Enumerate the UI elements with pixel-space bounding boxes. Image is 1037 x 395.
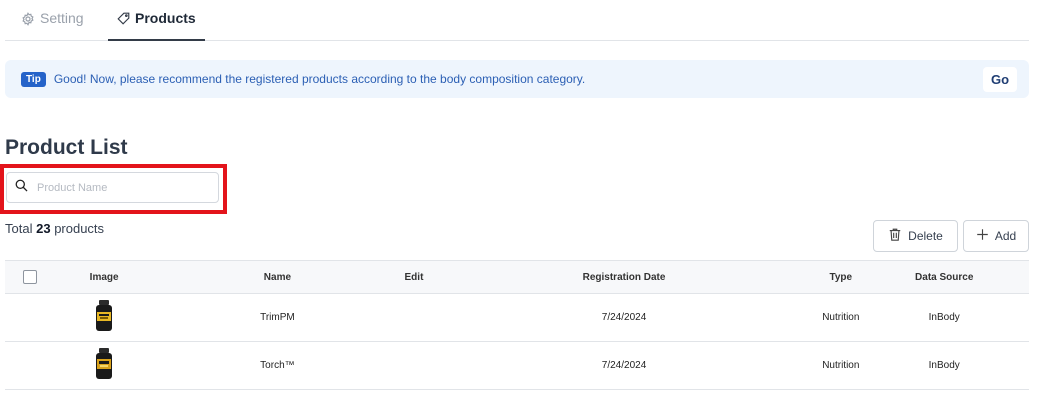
product-edit xyxy=(402,341,426,390)
page-title: Product List xyxy=(5,136,128,159)
header-data-source: Data Source xyxy=(859,260,1029,294)
total-count: Total 23 products xyxy=(5,221,104,236)
add-label: Add xyxy=(994,229,1017,243)
product-name: TrimPM xyxy=(152,293,403,342)
trash-icon xyxy=(888,227,902,245)
product-settings-page: Setting Products Tip Good! Now, please r… xyxy=(0,0,1037,395)
product-image xyxy=(95,348,113,383)
header-image: Image xyxy=(55,260,153,294)
header-registration-date: Registration Date xyxy=(425,260,823,294)
tip-text: Good! Now, please recommend the register… xyxy=(53,72,586,86)
product-source: InBody xyxy=(859,293,1029,342)
total-suffix: products xyxy=(54,221,105,236)
tab-setting[interactable]: Setting xyxy=(21,10,84,41)
product-image xyxy=(95,300,113,335)
delete-button[interactable]: Delete xyxy=(873,220,958,252)
row-select-cell xyxy=(5,293,56,342)
search-input[interactable] xyxy=(37,181,207,194)
tip-badge: Tip xyxy=(21,71,46,87)
table-header-row: Image Name Edit Registration Date Type D… xyxy=(5,260,1029,294)
tag-icon xyxy=(117,10,130,28)
tab-setting-label: Setting xyxy=(40,10,84,26)
tip-banner: Tip Good! Now, please recommend the regi… xyxy=(5,60,1029,98)
plus-icon xyxy=(976,228,989,244)
header-name: Name xyxy=(152,260,403,294)
product-type: Nutrition xyxy=(822,293,860,342)
table-row[interactable]: Torch™ 7/24/2024 Nutrition InBody xyxy=(5,341,1029,390)
tab-products[interactable]: Products xyxy=(108,10,205,41)
row-select-cell xyxy=(5,341,56,390)
product-name: Torch™ xyxy=(152,341,403,390)
select-all-checkbox[interactable] xyxy=(23,270,38,284)
product-image-cell xyxy=(55,293,153,342)
product-table: Image Name Edit Registration Date Type D… xyxy=(5,260,1029,390)
product-date: 7/24/2024 xyxy=(425,293,823,342)
total-prefix: Total xyxy=(5,221,33,236)
select-all-cell xyxy=(5,260,56,294)
tab-products-label: Products xyxy=(135,10,196,26)
product-type: Nutrition xyxy=(822,341,860,390)
total-number: 23 xyxy=(36,221,51,236)
product-image-cell xyxy=(55,341,153,390)
search-field[interactable] xyxy=(6,172,219,203)
product-date: 7/24/2024 xyxy=(425,341,823,390)
product-edit xyxy=(402,293,426,342)
add-button[interactable]: Add xyxy=(963,220,1029,252)
tab-bar: Setting Products xyxy=(5,0,1029,41)
product-source: InBody xyxy=(859,341,1029,390)
header-type: Type xyxy=(822,260,860,294)
go-button[interactable]: Go xyxy=(983,67,1017,92)
header-edit: Edit xyxy=(402,260,426,294)
delete-label: Delete xyxy=(908,229,943,243)
table-row[interactable]: TrimPM 7/24/2024 Nutrition InBody xyxy=(5,293,1029,342)
gear-icon xyxy=(21,10,35,29)
search-icon xyxy=(7,179,28,197)
